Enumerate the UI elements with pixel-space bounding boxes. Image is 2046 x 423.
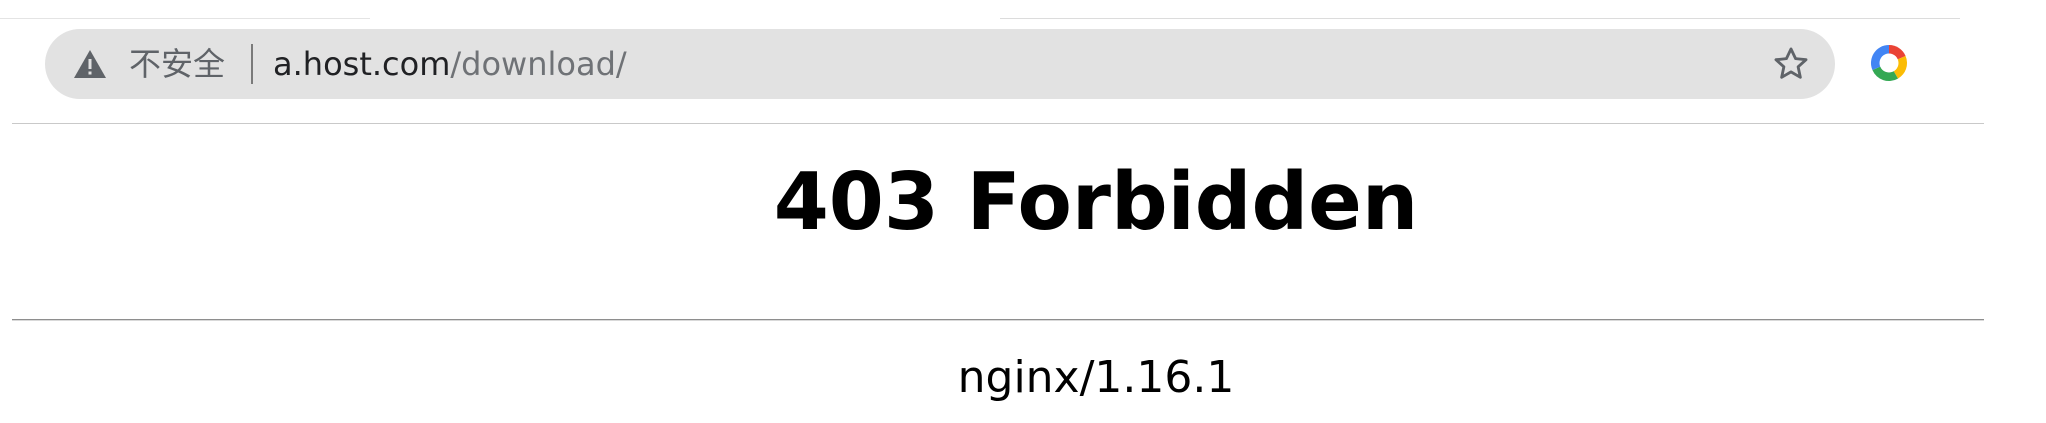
- content-divider: [12, 319, 1984, 321]
- server-signature: nginx/1.16.1: [957, 352, 1235, 403]
- page-title: 403 Forbidden: [773, 155, 1419, 248]
